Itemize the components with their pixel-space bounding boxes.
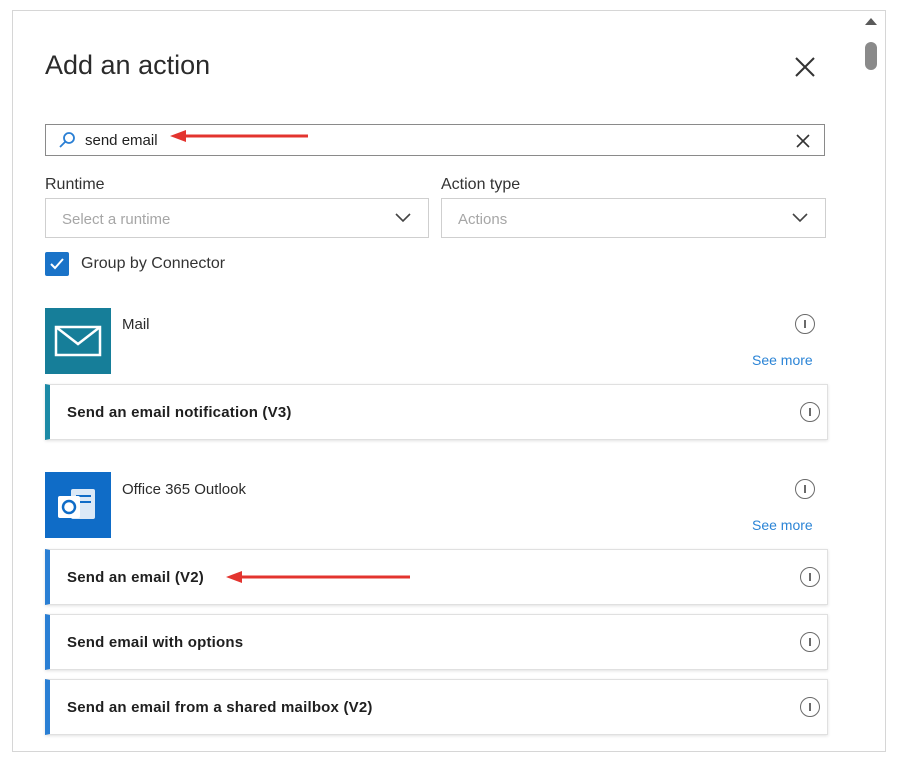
clear-search-icon[interactable] xyxy=(794,132,812,150)
info-icon[interactable] xyxy=(800,697,820,717)
action-item-label: Send an email (V2) xyxy=(67,569,204,586)
info-icon[interactable] xyxy=(800,402,820,422)
see-more-link-mail[interactable]: See more xyxy=(752,352,813,368)
annotation-arrow-action xyxy=(226,571,410,583)
runtime-dropdown[interactable]: Select a runtime xyxy=(45,198,429,238)
action-item[interactable]: Send an email notification (V3) xyxy=(45,384,828,440)
action-item-label: Send an email from a shared mailbox (V2) xyxy=(67,699,373,716)
scrollbar-thumb[interactable] xyxy=(865,42,877,70)
panel-title: Add an action xyxy=(45,50,211,80)
envelope-icon[interactable] xyxy=(45,308,111,374)
connector-name-outlook[interactable]: Office 365 Outlook xyxy=(122,481,246,498)
see-more-link-outlook[interactable]: See more xyxy=(752,517,813,533)
action-item[interactable]: Send an email (V2) xyxy=(45,549,828,605)
info-icon[interactable] xyxy=(800,632,820,652)
action-type-selected: Actions xyxy=(458,211,508,228)
scroll-up-icon[interactable] xyxy=(865,18,877,25)
action-type-label: Action type xyxy=(441,176,521,193)
search-input[interactable]: send email xyxy=(45,124,825,156)
connector-name-mail[interactable]: Mail xyxy=(122,316,150,333)
group-by-connector-label: Group by Connector xyxy=(81,255,226,272)
runtime-label: Runtime xyxy=(45,176,105,193)
search-value: send email xyxy=(85,132,158,149)
chevron-down-icon xyxy=(792,213,808,223)
info-icon[interactable] xyxy=(795,314,815,334)
action-item-label: Send an email notification (V3) xyxy=(67,404,292,421)
chevron-down-icon xyxy=(395,213,411,223)
info-icon[interactable] xyxy=(795,479,815,499)
action-type-dropdown[interactable]: Actions xyxy=(441,198,826,238)
runtime-placeholder: Select a runtime xyxy=(62,211,171,228)
outlook-icon[interactable] xyxy=(45,472,111,538)
close-icon[interactable] xyxy=(790,52,818,80)
action-item[interactable]: Send an email from a shared mailbox (V2) xyxy=(45,679,828,735)
scrollbar[interactable] xyxy=(858,14,884,750)
info-icon[interactable] xyxy=(800,567,820,587)
search-icon xyxy=(59,132,75,148)
action-item[interactable]: Send email with options xyxy=(45,614,828,670)
annotation-arrow-search xyxy=(170,130,308,142)
group-by-connector-checkbox[interactable] xyxy=(45,252,69,276)
action-item-label: Send email with options xyxy=(67,634,244,651)
checkmark-icon xyxy=(50,258,64,270)
